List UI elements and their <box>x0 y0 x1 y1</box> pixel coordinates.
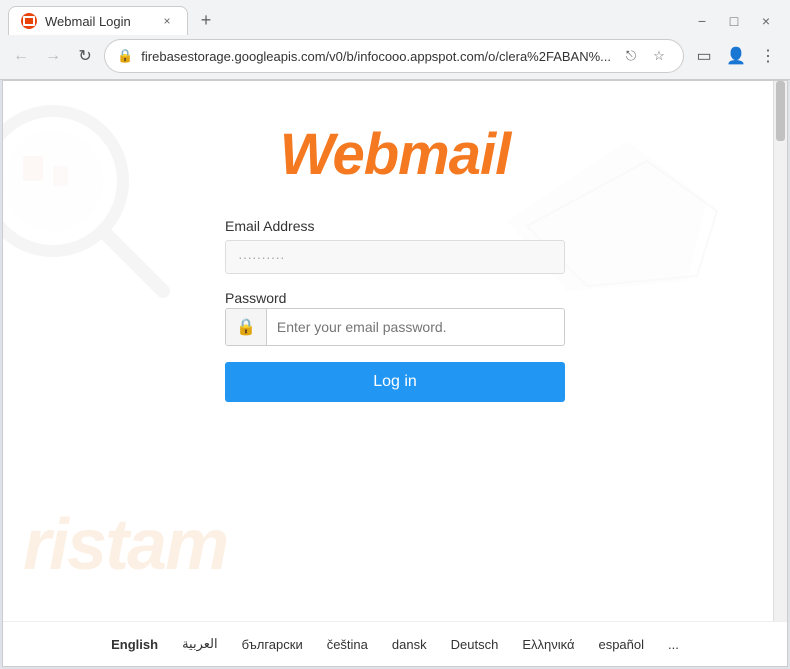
tablet-icon[interactable]: ▭ <box>690 42 718 70</box>
profile-icon[interactable]: 👤 <box>722 42 750 70</box>
menu-icon[interactable]: ⋮ <box>754 42 782 70</box>
lang-item-ar[interactable]: العربية <box>182 636 218 652</box>
bookmark-icon[interactable]: ☆ <box>647 44 671 68</box>
login-area: Webmail Email Address Password 🔒 Log in <box>3 81 787 621</box>
address-bar-row: ← → ↻ 🔒 firebasestorage.googleapis.com/v… <box>0 35 790 79</box>
lock-icon: 🔒 <box>117 48 133 64</box>
login-form: Email Address Password 🔒 Log in <box>225 218 565 402</box>
lang-item-es[interactable]: español <box>598 637 644 652</box>
maximize-button[interactable]: □ <box>726 13 742 29</box>
back-button[interactable]: ← <box>8 42 34 70</box>
lang-item-more[interactable]: ... <box>668 637 679 652</box>
password-lock-icon: 🔒 <box>226 309 267 345</box>
new-tab-button[interactable]: + <box>192 7 220 35</box>
lang-item-cs[interactable]: čeština <box>327 637 368 652</box>
browser-chrome: Webmail Login × + − □ × ← → ↻ 🔒 firebase… <box>0 0 790 80</box>
refresh-button[interactable]: ↻ <box>72 42 98 70</box>
title-bar: Webmail Login × + − □ × <box>0 0 790 35</box>
browser-actions: ▭ 👤 ⋮ <box>690 42 782 70</box>
lang-item-da[interactable]: dansk <box>392 637 427 652</box>
password-label: Password <box>225 290 286 306</box>
close-button[interactable]: × <box>758 13 774 29</box>
lang-item-bg[interactable]: български <box>242 637 303 652</box>
address-text: firebasestorage.googleapis.com/v0/b/info… <box>141 49 611 64</box>
tab-close-button[interactable]: × <box>159 13 175 29</box>
active-tab[interactable]: Webmail Login × <box>8 6 188 35</box>
window-controls: − □ × <box>694 13 782 29</box>
forward-button[interactable]: → <box>40 42 66 70</box>
lang-item-el[interactable]: Ελληνικά <box>522 637 574 652</box>
minimize-button[interactable]: − <box>694 13 710 29</box>
tab-title: Webmail Login <box>45 14 131 29</box>
password-input[interactable] <box>267 311 564 343</box>
lang-item-en[interactable]: English <box>111 637 158 652</box>
password-field-wrapper: Password 🔒 <box>225 290 565 346</box>
page-content: ristam Webmail Email Address Password 🔒 … <box>2 80 788 667</box>
login-button[interactable]: Log in <box>225 362 565 402</box>
password-input-container: 🔒 <box>225 308 565 346</box>
email-label: Email Address <box>225 218 565 234</box>
tab-favicon <box>21 13 37 29</box>
address-bar[interactable]: 🔒 firebasestorage.googleapis.com/v0/b/in… <box>104 39 684 73</box>
webmail-logo: Webmail <box>280 121 510 188</box>
address-actions: ⎋ ☆ <box>619 44 671 68</box>
lang-item-de[interactable]: Deutsch <box>451 637 499 652</box>
share-icon[interactable]: ⎋ <box>619 44 643 68</box>
email-input[interactable] <box>225 240 565 274</box>
language-bar: English العربية български čeština dansk Deuts… <box>3 621 787 666</box>
